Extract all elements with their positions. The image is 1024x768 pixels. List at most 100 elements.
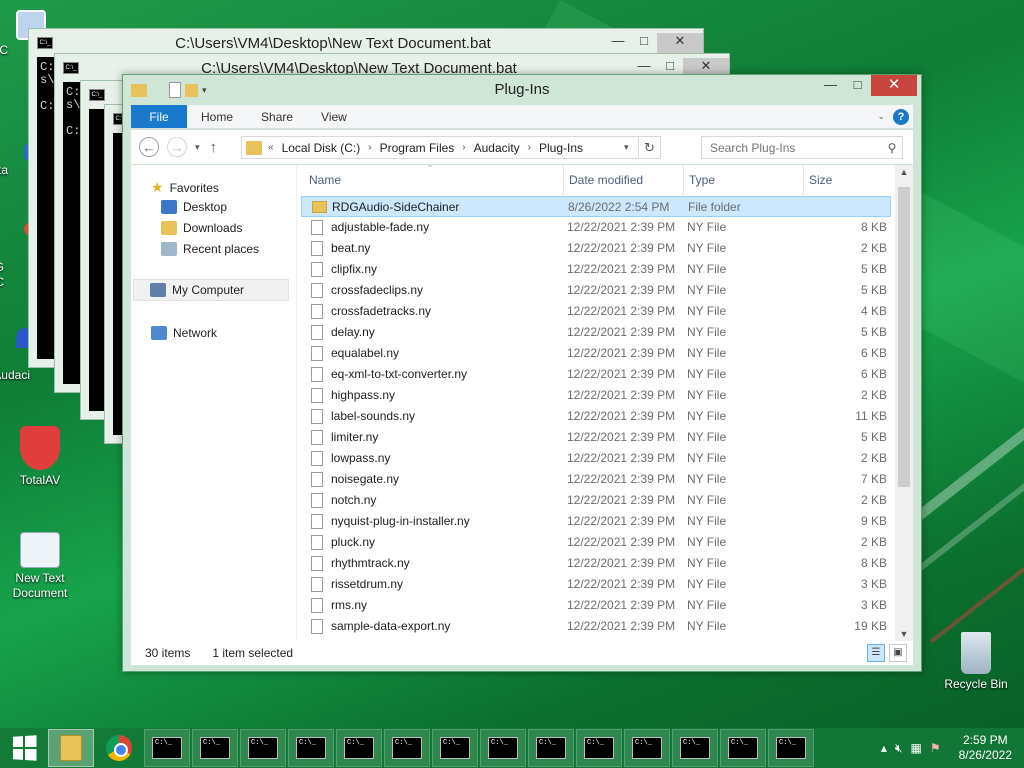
nav-downloads[interactable]: Downloads: [161, 221, 242, 235]
file-row[interactable]: noisegate.ny 12/22/2021 2:39 PM NY File 7 K…: [301, 469, 891, 490]
new-folder-icon[interactable]: [185, 83, 198, 97]
close-button[interactable]: ✕: [657, 33, 703, 53]
taskbar-console-window[interactable]: C:\_: [528, 729, 574, 767]
nav-recent-places[interactable]: Recent places: [161, 242, 259, 256]
show-hidden-icons-icon[interactable]: ▴: [881, 741, 887, 755]
column-divider[interactable]: [803, 165, 804, 195]
taskbar-console-window[interactable]: C:\_: [192, 729, 238, 767]
nav-favorites[interactable]: ★ Favorites: [151, 179, 219, 196]
forward-button[interactable]: →: [167, 137, 187, 157]
file-row[interactable]: equalabel.ny 12/22/2021 2:39 PM NY File 6 K…: [301, 343, 891, 364]
explorer-window[interactable]: ▾ Plug-Ins — □ ✕ File Home Share View ⌄ …: [122, 74, 922, 672]
taskbar-console-window[interactable]: C:\_: [336, 729, 382, 767]
scroll-down-icon[interactable]: ▼: [895, 629, 913, 639]
breadcrumb-separator-icon[interactable]: ›: [528, 142, 531, 153]
taskbar-console-window[interactable]: C:\_: [720, 729, 766, 767]
file-row[interactable]: eq-xml-to-txt-converter.ny 12/22/2021 2:3…: [301, 364, 891, 385]
help-icon[interactable]: ?: [893, 108, 909, 125]
column-divider[interactable]: [563, 165, 564, 195]
address-overflow[interactable]: «: [268, 142, 274, 153]
file-row[interactable]: rms.ny 12/22/2021 2:39 PM NY File 3 KB: [301, 595, 891, 616]
close-button[interactable]: ✕: [871, 75, 917, 96]
file-row[interactable]: adjustable-fade.ny 12/22/2021 2:39 PM NY F…: [301, 217, 891, 238]
refresh-button[interactable]: ↻: [638, 137, 660, 158]
desktop-icon-new-text-document[interactable]: New Text Document: [0, 532, 80, 601]
taskbar-console-window[interactable]: C:\_: [432, 729, 478, 767]
taskbar-chrome[interactable]: [96, 729, 142, 767]
breadcrumb-local-disk[interactable]: Local Disk (C:): [282, 141, 361, 155]
maximize-button[interactable]: □: [631, 33, 657, 53]
file-row[interactable]: crossfadetracks.ny 12/22/2021 2:39 PM NY F…: [301, 301, 891, 322]
vertical-scrollbar[interactable]: ▲ ▼: [895, 165, 913, 641]
properties-icon[interactable]: [169, 82, 181, 98]
nav-desktop[interactable]: Desktop: [161, 200, 227, 214]
column-name[interactable]: Name: [309, 173, 341, 187]
nav-my-computer[interactable]: My Computer: [133, 279, 289, 301]
breadcrumb-plug-ins[interactable]: Plug-Ins: [539, 141, 583, 155]
file-row[interactable]: beat.ny 12/22/2021 2:39 PM NY File 2 KB: [301, 238, 891, 259]
start-button[interactable]: [0, 728, 48, 768]
taskbar-console-window[interactable]: C:\_: [624, 729, 670, 767]
file-row[interactable]: sample-data-export.ny 12/22/2021 2:39 PM N…: [301, 616, 891, 637]
file-row[interactable]: RDGAudio-SideChainer 8/26/2022 2:54 PM Fil…: [301, 196, 891, 217]
file-row[interactable]: label-sounds.ny 12/22/2021 2:39 PM NY File…: [301, 406, 891, 427]
breadcrumb-audacity[interactable]: Audacity: [474, 141, 520, 155]
taskbar-console-window[interactable]: C:\_: [288, 729, 334, 767]
qat-dropdown-icon[interactable]: ▾: [202, 85, 207, 96]
file-row[interactable]: clipfix.ny 12/22/2021 2:39 PM NY File 5 KB: [301, 259, 891, 280]
minimize-button[interactable]: —: [605, 33, 631, 53]
file-row[interactable]: pluck.ny 12/22/2021 2:39 PM NY File 2 KB: [301, 532, 891, 553]
chevron-down-icon[interactable]: ⌄: [877, 111, 885, 122]
file-row[interactable]: rhythmtrack.ny 12/22/2021 2:39 PM NY File 8…: [301, 553, 891, 574]
file-row[interactable]: notch.ny 12/22/2021 2:39 PM NY File 2 KB: [301, 490, 891, 511]
taskbar-console-window[interactable]: C:\_: [672, 729, 718, 767]
search-icon[interactable]: ⚲: [882, 141, 902, 155]
desktop-icon-totalav[interactable]: TotalAV: [0, 426, 80, 488]
breadcrumb-program-files[interactable]: Program Files: [380, 141, 455, 155]
explorer-titlebar[interactable]: ▾ Plug-Ins — □ ✕: [123, 75, 921, 105]
file-row[interactable]: rissetdrum.ny 12/22/2021 2:39 PM NY File 3 …: [301, 574, 891, 595]
nav-network[interactable]: Network: [151, 326, 217, 340]
breadcrumb-separator-icon[interactable]: ›: [462, 142, 465, 153]
taskbar-file-explorer[interactable]: [48, 729, 94, 767]
column-divider[interactable]: [683, 165, 684, 195]
taskbar-console-window[interactable]: C:\_: [768, 729, 814, 767]
taskbar-console-window[interactable]: C:\_: [576, 729, 622, 767]
column-date-modified[interactable]: Date modified: [569, 173, 643, 187]
large-icons-view-button[interactable]: ▣: [889, 644, 907, 662]
clock[interactable]: 2:59 PM 8/26/2022: [959, 733, 1012, 763]
taskbar-console-window[interactable]: C:\_: [384, 729, 430, 767]
tab-view[interactable]: View: [307, 105, 361, 128]
tab-file[interactable]: File: [131, 105, 187, 128]
back-button[interactable]: ←: [139, 137, 159, 157]
file-row[interactable]: nyquist-plug-in-installer.ny 12/22/2021 2…: [301, 511, 891, 532]
column-type[interactable]: Type: [689, 173, 715, 187]
tab-home[interactable]: Home: [187, 105, 247, 128]
file-row[interactable]: crossfadeclips.ny 12/22/2021 2:39 PM NY Fi…: [301, 280, 891, 301]
file-row[interactable]: delay.ny 12/22/2021 2:39 PM NY File 5 KB: [301, 322, 891, 343]
desktop-icon-recycle-bin[interactable]: Recycle Bin: [936, 632, 1016, 692]
taskbar-console-window[interactable]: C:\_: [240, 729, 286, 767]
volume-muted-icon[interactable]: 🔇︎: [895, 741, 903, 756]
up-button[interactable]: ↑: [210, 139, 218, 156]
taskbar-console-window[interactable]: C:\_: [480, 729, 526, 767]
scroll-up-icon[interactable]: ▲: [895, 167, 913, 177]
search-box[interactable]: ⚲: [701, 136, 903, 159]
column-size[interactable]: Size: [809, 173, 832, 187]
network-icon[interactable]: ▦: [911, 741, 922, 755]
file-row[interactable]: lowpass.ny 12/22/2021 2:39 PM NY File 2 KB: [301, 448, 891, 469]
breadcrumb-separator-icon[interactable]: ›: [368, 142, 371, 153]
search-input[interactable]: [702, 140, 882, 155]
details-view-button[interactable]: ☰: [867, 644, 885, 662]
file-row[interactable]: limiter.ny 12/22/2021 2:39 PM NY File 5 KB: [301, 427, 891, 448]
file-row[interactable]: highpass.ny 12/22/2021 2:39 PM NY File 2 KB: [301, 385, 891, 406]
minimize-button[interactable]: —: [817, 75, 844, 96]
address-bar[interactable]: « Local Disk (C:) › Program Files › Auda…: [241, 136, 661, 159]
recent-locations-dropdown[interactable]: ▾: [195, 142, 200, 153]
action-center-flag-icon[interactable]: ⚑: [930, 741, 941, 755]
taskbar-console-window[interactable]: C:\_: [144, 729, 190, 767]
scrollbar-thumb[interactable]: [898, 187, 910, 487]
maximize-button[interactable]: □: [844, 75, 871, 96]
address-history-dropdown[interactable]: ▾: [624, 142, 638, 153]
tab-share[interactable]: Share: [247, 105, 307, 128]
